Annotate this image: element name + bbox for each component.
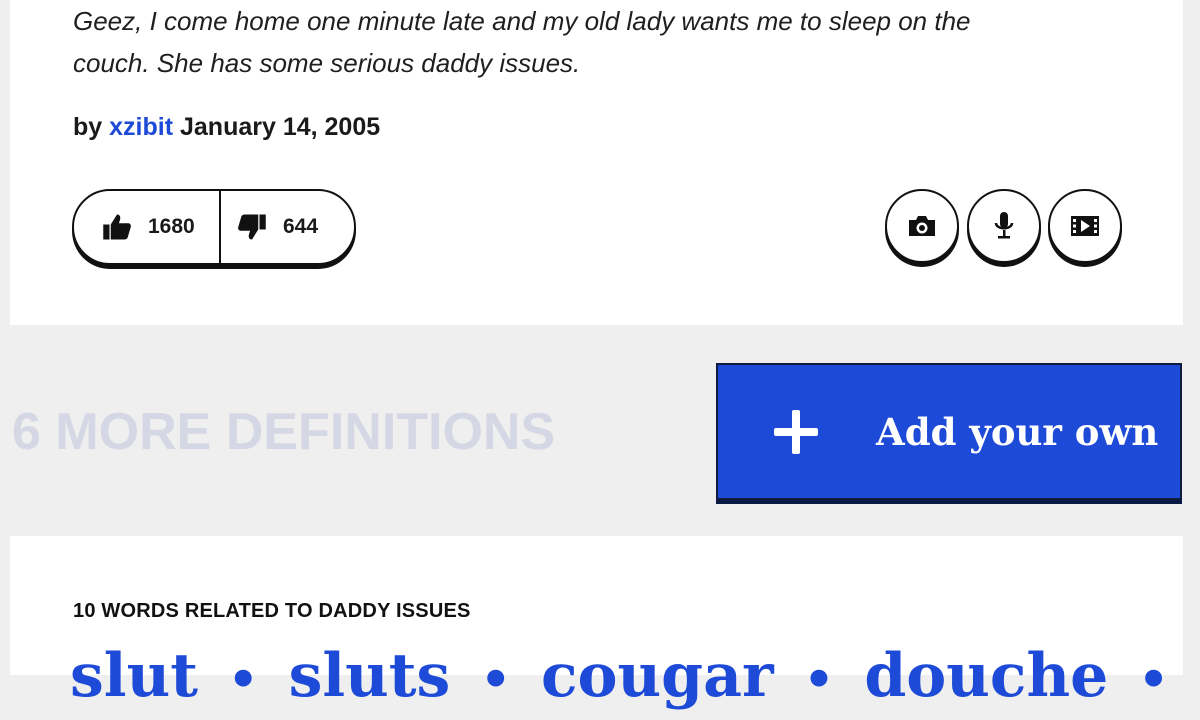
- plus-icon: [774, 409, 818, 454]
- related-word-link[interactable]: douche: [864, 641, 1108, 711]
- add-your-own-label: Add your own: [876, 409, 1159, 454]
- more-definitions-heading: 6 MORE DEFINITIONS: [12, 403, 556, 461]
- example-line-1: Geez, I come home one minute late and my…: [73, 6, 971, 36]
- related-word-link[interactable]: slut: [70, 641, 198, 711]
- byline: by xzibit January 14, 2005: [73, 113, 380, 142]
- vote-controls: 1680 644: [72, 189, 356, 265]
- definition-card: Geez, I come home one minute late and my…: [10, 0, 1183, 325]
- add-your-own-button[interactable]: Add your own: [716, 363, 1182, 500]
- thumbs-up-icon: [103, 214, 131, 240]
- downvote-button[interactable]: 644: [221, 191, 318, 263]
- downvote-count: 644: [283, 215, 319, 238]
- separator-dot: •: [227, 652, 259, 708]
- example-line-2: couch. She has some serious daddy issues…: [73, 48, 581, 78]
- related-words-list: slut • sluts • cougar • douche •: [70, 636, 1199, 720]
- related-word-link[interactable]: sluts: [289, 641, 451, 711]
- separator-dot: •: [803, 652, 835, 708]
- definition-example: Geez, I come home one minute late and my…: [73, 0, 1123, 84]
- upvote-count: 1680: [148, 215, 195, 238]
- related-words-title: 10 WORDS RELATED TO DADDY ISSUES: [73, 600, 471, 622]
- separator-dot: •: [480, 652, 511, 708]
- post-date: January 14, 2005: [180, 113, 381, 141]
- upvote-button[interactable]: 1680: [74, 191, 221, 263]
- microphone-icon: [994, 212, 1014, 239]
- add-audio-button[interactable]: [967, 189, 1041, 263]
- author-link[interactable]: xzibit: [109, 113, 173, 141]
- add-video-button[interactable]: [1048, 189, 1122, 263]
- by-prefix: by: [73, 113, 103, 141]
- thumbs-down-icon: [238, 214, 266, 240]
- add-image-button[interactable]: [885, 189, 959, 263]
- camera-icon: [909, 216, 935, 236]
- separator-dot: •: [1138, 652, 1169, 708]
- related-words-card: 10 WORDS RELATED TO DADDY ISSUES slut • sl…: [10, 536, 1183, 711]
- related-word-link[interactable]: cougar: [541, 641, 774, 711]
- video-icon: [1071, 216, 1099, 236]
